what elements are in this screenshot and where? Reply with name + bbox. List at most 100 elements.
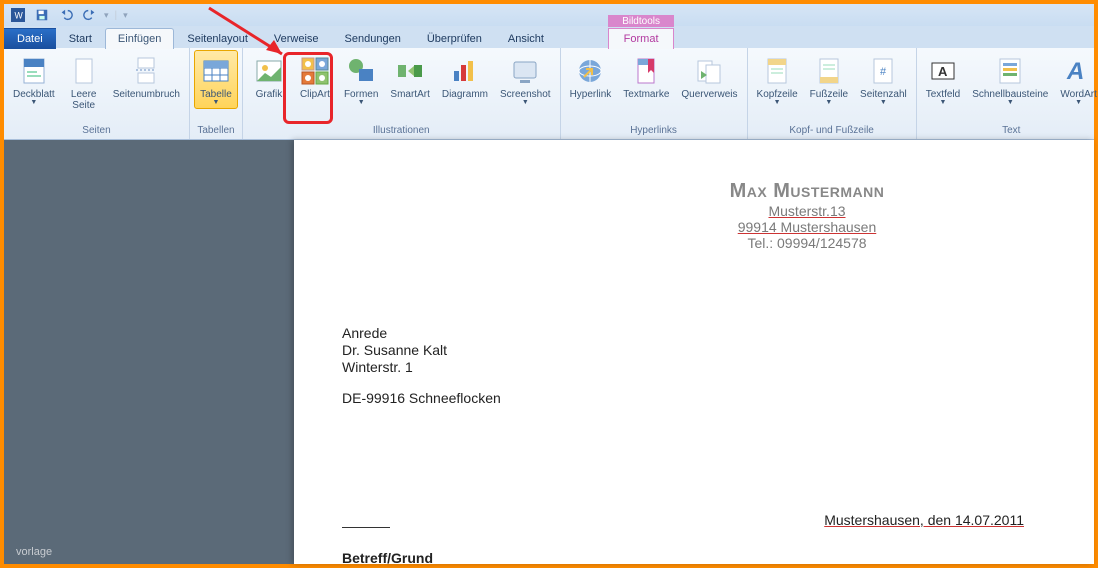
recipient-name: Dr. Susanne Kalt [342,342,1024,359]
seitenzahl-button[interactable]: #Seitenzahl▼ [855,50,912,109]
screenshot-icon [509,55,541,87]
formen-icon [345,55,377,87]
hyperlink-button[interactable]: Hyperlink [565,50,617,103]
word-icon: W [8,6,28,24]
group-label: Hyperlinks [565,123,743,139]
smartart-icon [394,55,426,87]
tabelle-button[interactable]: Tabelle▼ [194,50,238,109]
fusszeile-icon [813,55,845,87]
document-page[interactable]: Max Mustermann Musterstr.13 99914 Muster… [294,140,1094,564]
group-text: ATextfeld▼Schnellbausteine▼AWordArt▼ Text [917,48,1098,139]
schnellbausteine-button[interactable]: Schnellbausteine▼ [967,50,1053,109]
place-date: Mustershausen, den 14.07.2011 [824,512,1024,528]
hyperlink-label: Hyperlink [570,89,612,100]
dropdown-arrow-icon: ▼ [522,99,529,106]
textfeld-button[interactable]: ATextfeld▼ [921,50,965,109]
group-label: Text [921,123,1098,139]
dropdown-arrow-icon: ▼ [1075,99,1082,106]
dropdown-arrow-icon: ▼ [1007,99,1014,106]
textmarke-label: Textmarke [623,89,669,100]
recipient-city: DE-99916 Schneeflocken [342,390,1024,407]
wordart-button[interactable]: AWordArt▼ [1055,50,1098,109]
grafik-icon [253,55,285,87]
tab-ansicht[interactable]: Ansicht [495,28,557,49]
sender-name: Max Mustermann [652,180,962,203]
textmarke-button[interactable]: Textmarke [618,50,674,103]
redo-icon[interactable] [80,6,100,24]
group-hyperlinks: Hyperlink Textmarke Querverweis Hyperlinks [561,48,748,139]
deckblatt-icon [18,55,50,87]
kopfzeile-icon [761,55,793,87]
group-label: Illustrationen [247,123,556,139]
tab-sendungen[interactable]: Sendungen [332,28,414,49]
ribbon: Deckblatt▼ LeereSeite Seitenumbruch Seiten T… [4,48,1094,140]
sender-block: Max Mustermann Musterstr.13 99914 Muster… [652,180,962,251]
wordart-icon: A [1063,55,1095,87]
contextual-tab-group: Bildtools Format [608,15,674,48]
dropdown-arrow-icon: ▼ [940,99,947,106]
seitenumbruch-label: Seitenumbruch [113,89,180,100]
dropdown-arrow-icon: ▼ [880,99,887,106]
undo-icon[interactable] [56,6,76,24]
tab-ueberpruefen[interactable]: Überprüfen [414,28,495,49]
group-label: Kopf- und Fußzeile [752,123,912,139]
recipient-street: Winterstr. 1 [342,359,1024,376]
tab-strip: Datei Start Einfügen Seitenlayout Verwei… [4,26,1094,48]
group-kopf-und-fu-zeile: Kopfzeile▼Fußzeile▼#Seitenzahl▼ Kopf- und… [748,48,917,139]
querverweis-icon [693,55,725,87]
svg-text:A: A [1066,58,1084,85]
watermark: vorlage [16,546,52,558]
group-seiten: Deckblatt▼ LeereSeite Seitenumbruch Seiten [4,48,190,139]
group-label: Tabellen [194,123,238,139]
dropdown-arrow-icon: ▼ [30,99,37,106]
sender-street: Musterstr.13 [652,203,962,219]
formen-button[interactable]: Formen▼ [339,50,383,109]
svg-text:W: W [15,11,24,21]
group-tabellen: Tabelle▼ Tabellen [190,48,243,139]
smartart-label: SmartArt [390,89,429,100]
sender-city: 99914 Mustershausen [652,219,962,235]
tabelle-icon [200,55,232,87]
leere-seite-icon [68,55,100,87]
leere-seite-label: LeereSeite [71,89,97,111]
dropdown-arrow-icon: ▼ [825,99,832,106]
clipart-button[interactable]: ClipArt [293,50,337,103]
smartart-button[interactable]: SmartArt [385,50,434,103]
grafik-label: Grafik [256,89,283,100]
diagramm-label: Diagramm [442,89,488,100]
diagramm-button[interactable]: Diagramm [437,50,493,103]
tab-start[interactable]: Start [56,28,105,49]
save-icon[interactable] [32,6,52,24]
querverweis-label: Querverweis [681,89,737,100]
group-illustrationen: Grafik ClipArtFormen▼ SmartArt Diagramm Scre… [243,48,561,139]
footer-line: Mustershausen, den 14.07.2011 [342,512,1024,528]
clipart-icon [299,55,331,87]
contextual-header: Bildtools [608,15,674,27]
svg-text:#: # [880,66,887,78]
seitenumbruch-button[interactable]: Seitenumbruch [108,50,185,103]
fusszeile-button[interactable]: Fußzeile▼ [805,50,853,109]
fold-mark [342,527,390,528]
hyperlink-icon [574,55,606,87]
textfeld-icon: A [927,55,959,87]
dropdown-arrow-icon: ▼ [212,99,219,106]
kopfzeile-button[interactable]: Kopfzeile▼ [752,50,803,109]
leere-seite-button[interactable]: LeereSeite [62,50,106,114]
grafik-button[interactable]: Grafik [247,50,291,103]
tab-seitenlayout[interactable]: Seitenlayout [174,28,261,49]
dropdown-arrow-icon: ▼ [774,99,781,106]
schnellbausteine-icon [994,55,1026,87]
deckblatt-button[interactable]: Deckblatt▼ [8,50,60,109]
group-label: Seiten [8,123,185,139]
screenshot-button[interactable]: Screenshot▼ [495,50,556,109]
seitenumbruch-icon [130,55,162,87]
querverweis-button[interactable]: Querverweis [676,50,742,103]
recipient-salutation: Anrede [342,325,1024,342]
tab-format[interactable]: Format [608,28,674,49]
tab-einfuegen[interactable]: Einfügen [105,28,174,49]
diagramm-icon [449,55,481,87]
tab-file[interactable]: Datei [4,28,56,49]
tab-verweise[interactable]: Verweise [261,28,332,49]
dropdown-arrow-icon: ▼ [358,99,365,106]
svg-text:A: A [938,64,948,79]
